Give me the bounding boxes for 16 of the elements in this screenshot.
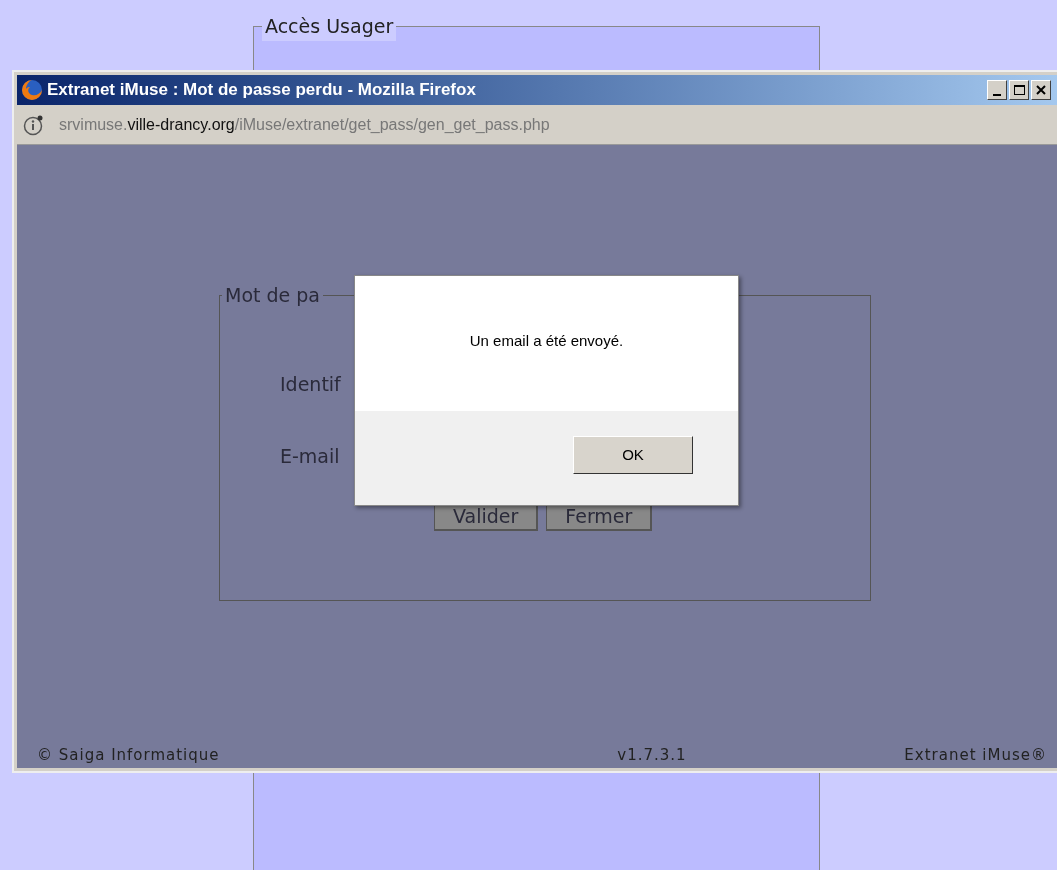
form-legend: Mot de pa (222, 281, 323, 310)
maximize-button[interactable] (1009, 80, 1029, 100)
minimize-button[interactable] (987, 80, 1007, 100)
field-label: E-mail (280, 444, 340, 469)
window-title: Extranet iMuse : Mot de passe perdu - Mozilla Firefox (47, 79, 476, 102)
version-text: v1.7.3.1 (617, 744, 687, 766)
ok-button[interactable]: OK (573, 436, 693, 474)
url-text[interactable]: srvimuse.ville-drancy.org/iMuse/extranet/get_pass/gen_get_pass.php (59, 112, 550, 137)
close-button[interactable] (1031, 80, 1051, 100)
field-label: Identif (280, 371, 341, 397)
copyright-text: © Saiga Informatique (37, 744, 220, 766)
close-icon (1036, 85, 1046, 95)
info-icon[interactable] (23, 113, 45, 136)
browser-logo-icon (21, 79, 43, 101)
product-text: Extranet iMuse® (904, 744, 1047, 766)
alert-message: Un email a été envoyé. (469, 331, 624, 352)
